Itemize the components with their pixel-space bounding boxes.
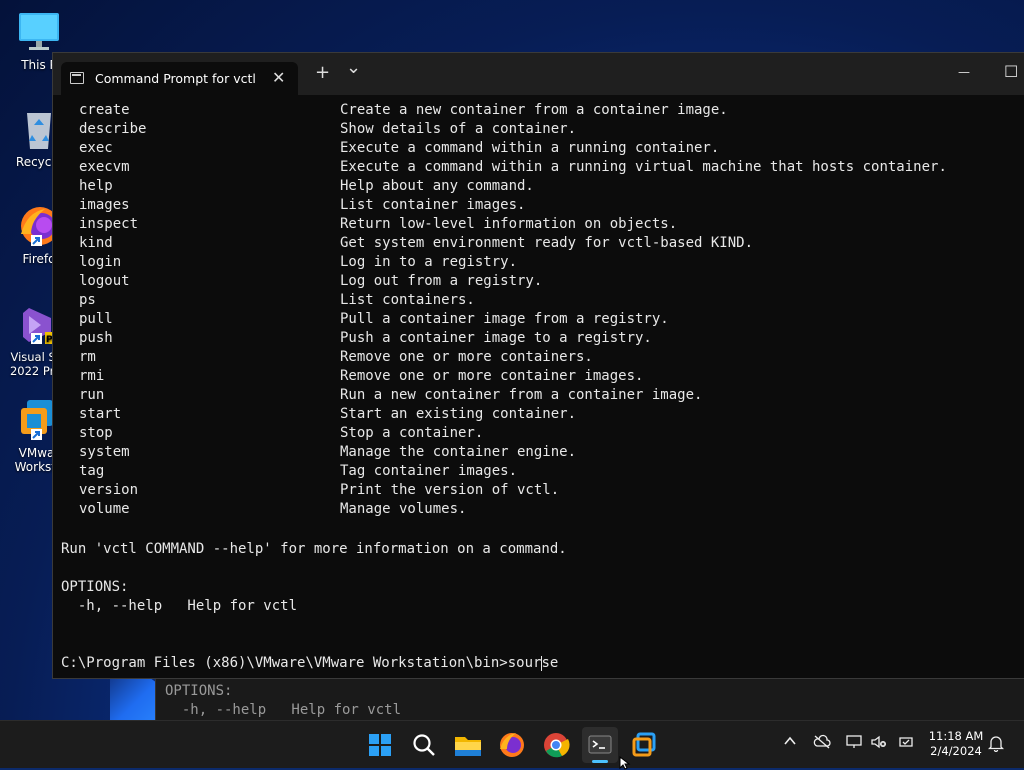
network-icon[interactable] [845,734,863,754]
command-description: Start an existing container. [340,406,577,422]
help-hint-line: Run 'vctl COMMAND --help' for more infor… [61,541,567,557]
command-name: tag [79,463,105,479]
command-name: version [79,482,139,498]
prompt-path: C:\Program Files (x86)\VMware\VMware Wor… [61,655,508,671]
terminal-icon [588,735,612,754]
command-description: Pull a container image from a registry. [340,311,669,327]
command-name: volume [79,501,130,517]
file-explorer-icon [455,737,481,756]
chevron-up-icon[interactable] [783,734,797,752]
command-description: Log out from a registry. [340,273,543,289]
command-description: Return low-level information on objects. [340,216,678,232]
search-button[interactable] [406,727,442,763]
command-name: rmi [79,368,105,384]
taskbar-clock[interactable]: 11:18 AM 2/4/2024 [922,729,990,759]
command-description: Help about any command. [340,178,534,194]
command-name: create [79,102,130,118]
command-description: Tag container images. [340,463,518,479]
command-name: logout [79,273,130,289]
typed-input: sour [507,655,542,671]
background-terminal: OPTIONS: -h, --help Help for vctl [155,679,1024,720]
command-name: describe [79,121,147,137]
command-name: execvm [79,159,130,175]
command-name: start [79,406,122,422]
command-name: stop [79,425,113,441]
title-bar[interactable]: Command Prompt for vctl ✕ + ⌄ — ☐ [53,53,1024,95]
command-description: Get system environment ready for vctl-ba… [340,235,754,251]
command-description: Manage volumes. [340,501,467,517]
terminal-window[interactable]: Command Prompt for vctl ✕ + ⌄ — ☐ create… [52,52,1024,679]
command-description: Show details of a container. [340,121,577,137]
monitor-icon [17,10,61,54]
windows-logo-icon [369,734,391,756]
file-explorer-button[interactable] [450,727,486,763]
tab-dropdown-button[interactable]: ⌄ [346,57,361,78]
start-button[interactable] [362,727,398,763]
command-input-line[interactable]: C:\Program Files (x86)\VMware\VMware Wor… [61,654,558,673]
command-description: Print the version of vctl. [340,482,560,498]
command-name: images [79,197,130,213]
command-prompt-icon [70,72,84,84]
command-name: exec [79,140,113,156]
firefox-taskbar-button[interactable] [494,727,530,763]
command-name: push [79,330,113,346]
chrome-icon [544,733,570,758]
bg-terminal-line: OPTIONS: [165,683,233,699]
command-name: rm [79,349,96,365]
volume-muted-icon[interactable] [870,734,888,754]
command-description: Manage the container engine. [340,444,577,460]
minimize-button[interactable]: — [958,65,970,79]
console-output[interactable]: create Create a new container from a cont… [53,95,1024,678]
notification-bell-icon[interactable] [987,734,1005,756]
close-tab-icon[interactable]: ✕ [272,68,285,87]
command-description: Remove one or more containers. [340,349,593,365]
bg-terminal-line: -h, --help Help for vctl [165,702,402,718]
command-description: Create a new container from a container … [340,102,728,118]
options-header: OPTIONS: [61,579,129,595]
vmware-icon [632,732,656,757]
command-name: pull [79,311,113,327]
command-name: login [79,254,122,270]
options-help-line: -h, --help Help for vctl [61,598,298,614]
command-description: Stop a container. [340,425,484,441]
command-description: Run a new container from a container ima… [340,387,703,403]
tab-title: Command Prompt for vctl [95,71,256,86]
command-description: List containers. [340,292,475,308]
terminal-taskbar-button[interactable] [582,727,618,763]
command-name: ps [79,292,96,308]
search-icon [413,734,435,756]
command-name: run [79,387,105,403]
command-description: List container images. [340,197,526,213]
maximize-button[interactable]: ☐ [1004,62,1018,81]
firefox-icon [500,733,524,757]
command-name: help [79,178,113,194]
command-name: inspect [79,216,139,232]
command-description: Log in to a registry. [340,254,518,270]
clock-date: 2/4/2024 [930,744,982,758]
cloud-off-icon[interactable] [813,734,831,754]
typed-input-rest: se [541,655,559,671]
active-indicator [592,760,608,763]
command-description: Execute a command within a running virtu… [340,159,947,175]
taskbar [0,720,1024,768]
new-tab-button[interactable]: + [315,62,330,83]
vmware-taskbar-button[interactable] [626,727,662,763]
chrome-taskbar-button[interactable] [538,727,574,763]
command-description: Execute a command within a running conta… [340,140,720,156]
battery-icon[interactable] [897,734,915,754]
clock-time: 11:18 AM [928,729,984,743]
tab-command-prompt[interactable]: Command Prompt for vctl ✕ [61,62,298,95]
command-name: kind [79,235,113,251]
command-description: Push a container image to a registry. [340,330,652,346]
command-name: system [79,444,130,460]
command-description: Remove one or more container images. [340,368,644,384]
